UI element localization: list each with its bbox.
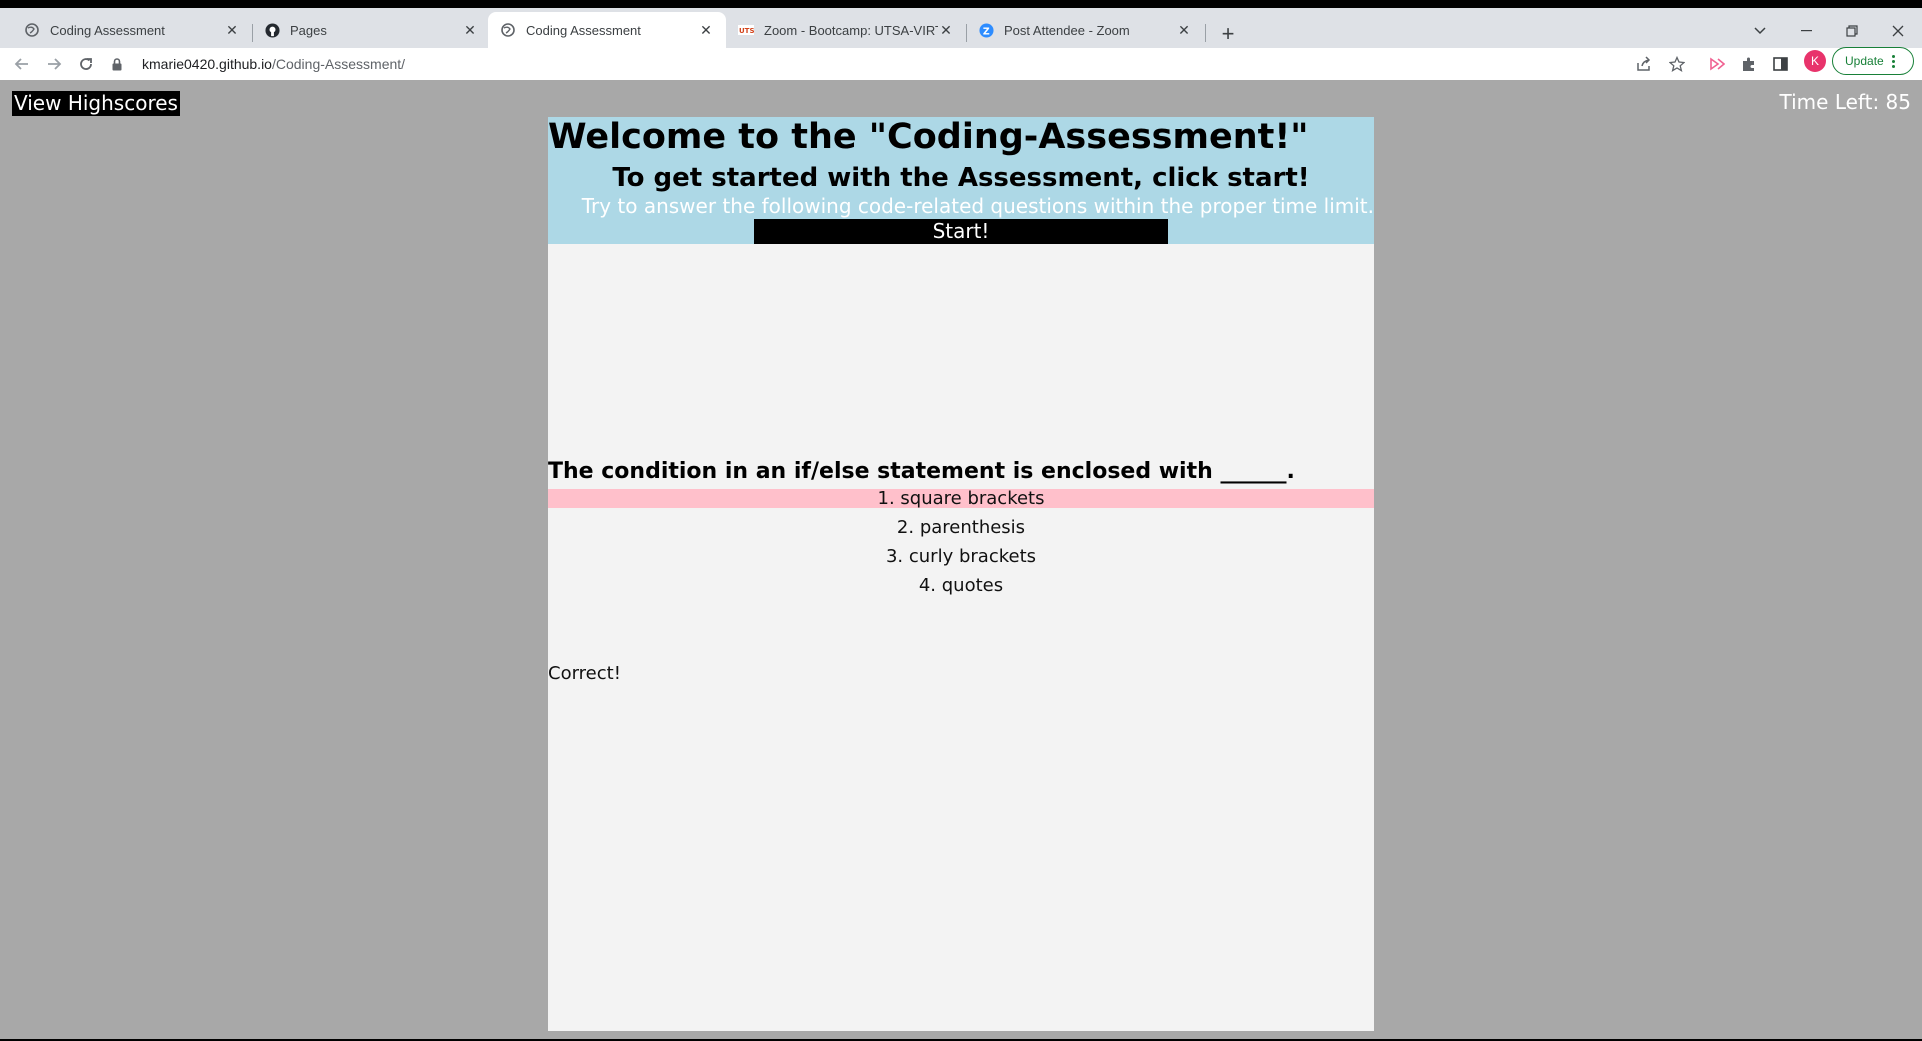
- close-icon[interactable]: ✕: [698, 22, 714, 38]
- more-vert-icon: [1891, 54, 1895, 68]
- back-button[interactable]: [10, 52, 34, 76]
- start-button[interactable]: Start!: [754, 219, 1168, 244]
- tab-zoom-bootcamp[interactable]: UTSA Zoom - Bootcamp: UTSA-VIRT-FS ✕: [726, 12, 966, 48]
- page-viewport: View Highscores Time Left: 85 Welcome to…: [0, 80, 1922, 1041]
- chevron-down-icon: [1754, 27, 1766, 35]
- bookmark-button[interactable]: [1667, 54, 1687, 74]
- answer-feedback: Correct!: [548, 663, 621, 684]
- lock-icon: [112, 57, 126, 71]
- url-host: kmarie0420.github.io: [142, 56, 272, 72]
- view-highscores-link[interactable]: View Highscores: [12, 91, 180, 116]
- answer-option-3[interactable]: 3. curly brackets: [548, 547, 1374, 566]
- reload-icon: [80, 58, 92, 70]
- tab-coding-assessment-1[interactable]: Coding Assessment ✕: [12, 12, 252, 48]
- update-label: Update: [1845, 54, 1884, 68]
- tab-coding-assessment-active[interactable]: Coding Assessment ✕: [488, 12, 726, 48]
- page-title: Welcome to the "Coding-Assessment!": [548, 117, 1309, 157]
- puzzle-icon: [1743, 57, 1754, 71]
- profile-avatar[interactable]: K: [1804, 50, 1826, 72]
- share-icon: [1637, 56, 1651, 71]
- close-icon[interactable]: ✕: [462, 22, 478, 38]
- time-left-display: Time Left: 85: [1779, 90, 1911, 114]
- window-top-border: [0, 0, 1922, 8]
- update-button[interactable]: Update: [1832, 47, 1914, 75]
- extension-screencast-button[interactable]: [1707, 54, 1727, 74]
- share-button[interactable]: [1634, 54, 1654, 74]
- close-icon[interactable]: ✕: [1176, 22, 1192, 38]
- utsa-icon: UTSA: [738, 22, 754, 38]
- screencast-icon: [1710, 57, 1725, 71]
- tab-pages[interactable]: Pages ✕: [252, 12, 490, 48]
- answer-list: 1. square brackets 2. parenthesis 3. cur…: [548, 489, 1374, 605]
- tab-post-attendee-zoom[interactable]: Z Post Attendee - Zoom ✕: [966, 12, 1204, 48]
- zoom-icon: Z: [978, 22, 994, 38]
- forward-button[interactable]: [42, 52, 66, 76]
- star-icon: [1669, 56, 1685, 72]
- tab-title: Coding Assessment: [50, 22, 165, 38]
- tab-title: Zoom - Bootcamp: UTSA-VIRT-FS: [764, 22, 938, 38]
- arrow-right-icon: [48, 58, 62, 70]
- browser-toolbar: kmarie0420.github.io/Coding-Assessment/: [0, 48, 1922, 80]
- close-window-button[interactable]: [1878, 18, 1918, 44]
- extensions-button[interactable]: [1739, 54, 1759, 74]
- new-tab-button[interactable]: +: [1214, 20, 1242, 48]
- url-path: /Coding-Assessment/: [271, 56, 406, 72]
- tab-strip: Coding Assessment ✕ Pages ✕ Coding Asses…: [0, 8, 1922, 48]
- tab-separator: [1205, 24, 1206, 42]
- page-subtitle: To get started with the Assessment, clic…: [612, 163, 1310, 193]
- side-panel-icon: [1772, 57, 1788, 71]
- question-text: The condition in an if/else statement is…: [548, 459, 1295, 484]
- globe-icon: [24, 22, 40, 38]
- tab-title: Coding Assessment: [526, 22, 641, 38]
- minimize-button[interactable]: [1786, 18, 1826, 44]
- tab-title: Pages: [290, 22, 327, 38]
- svg-text:Z: Z: [982, 26, 989, 37]
- address-bar[interactable]: kmarie0420.github.io/Coding-Assessment/: [112, 50, 1692, 78]
- globe-icon: [500, 22, 516, 38]
- restore-button[interactable]: [1832, 18, 1872, 44]
- close-icon[interactable]: ✕: [224, 22, 240, 38]
- github-icon: [264, 22, 280, 38]
- answer-option-4[interactable]: 4. quotes: [548, 576, 1374, 595]
- reload-button[interactable]: [74, 52, 98, 76]
- quiz-container: Welcome to the "Coding-Assessment!" To g…: [548, 117, 1374, 1031]
- side-panel-button[interactable]: [1770, 54, 1790, 74]
- svg-text:UTSA: UTSA: [739, 27, 754, 35]
- close-icon[interactable]: ✕: [938, 22, 954, 38]
- answer-option-2[interactable]: 2. parenthesis: [548, 518, 1374, 537]
- tab-search-button[interactable]: [1740, 18, 1780, 44]
- instructions-text: Try to answer the following code-related…: [581, 194, 1374, 218]
- arrow-left-icon: [14, 58, 28, 70]
- tab-title: Post Attendee - Zoom: [1004, 22, 1130, 38]
- quiz-header: Welcome to the "Coding-Assessment!" To g…: [548, 117, 1374, 244]
- answer-option-1[interactable]: 1. square brackets: [548, 489, 1374, 508]
